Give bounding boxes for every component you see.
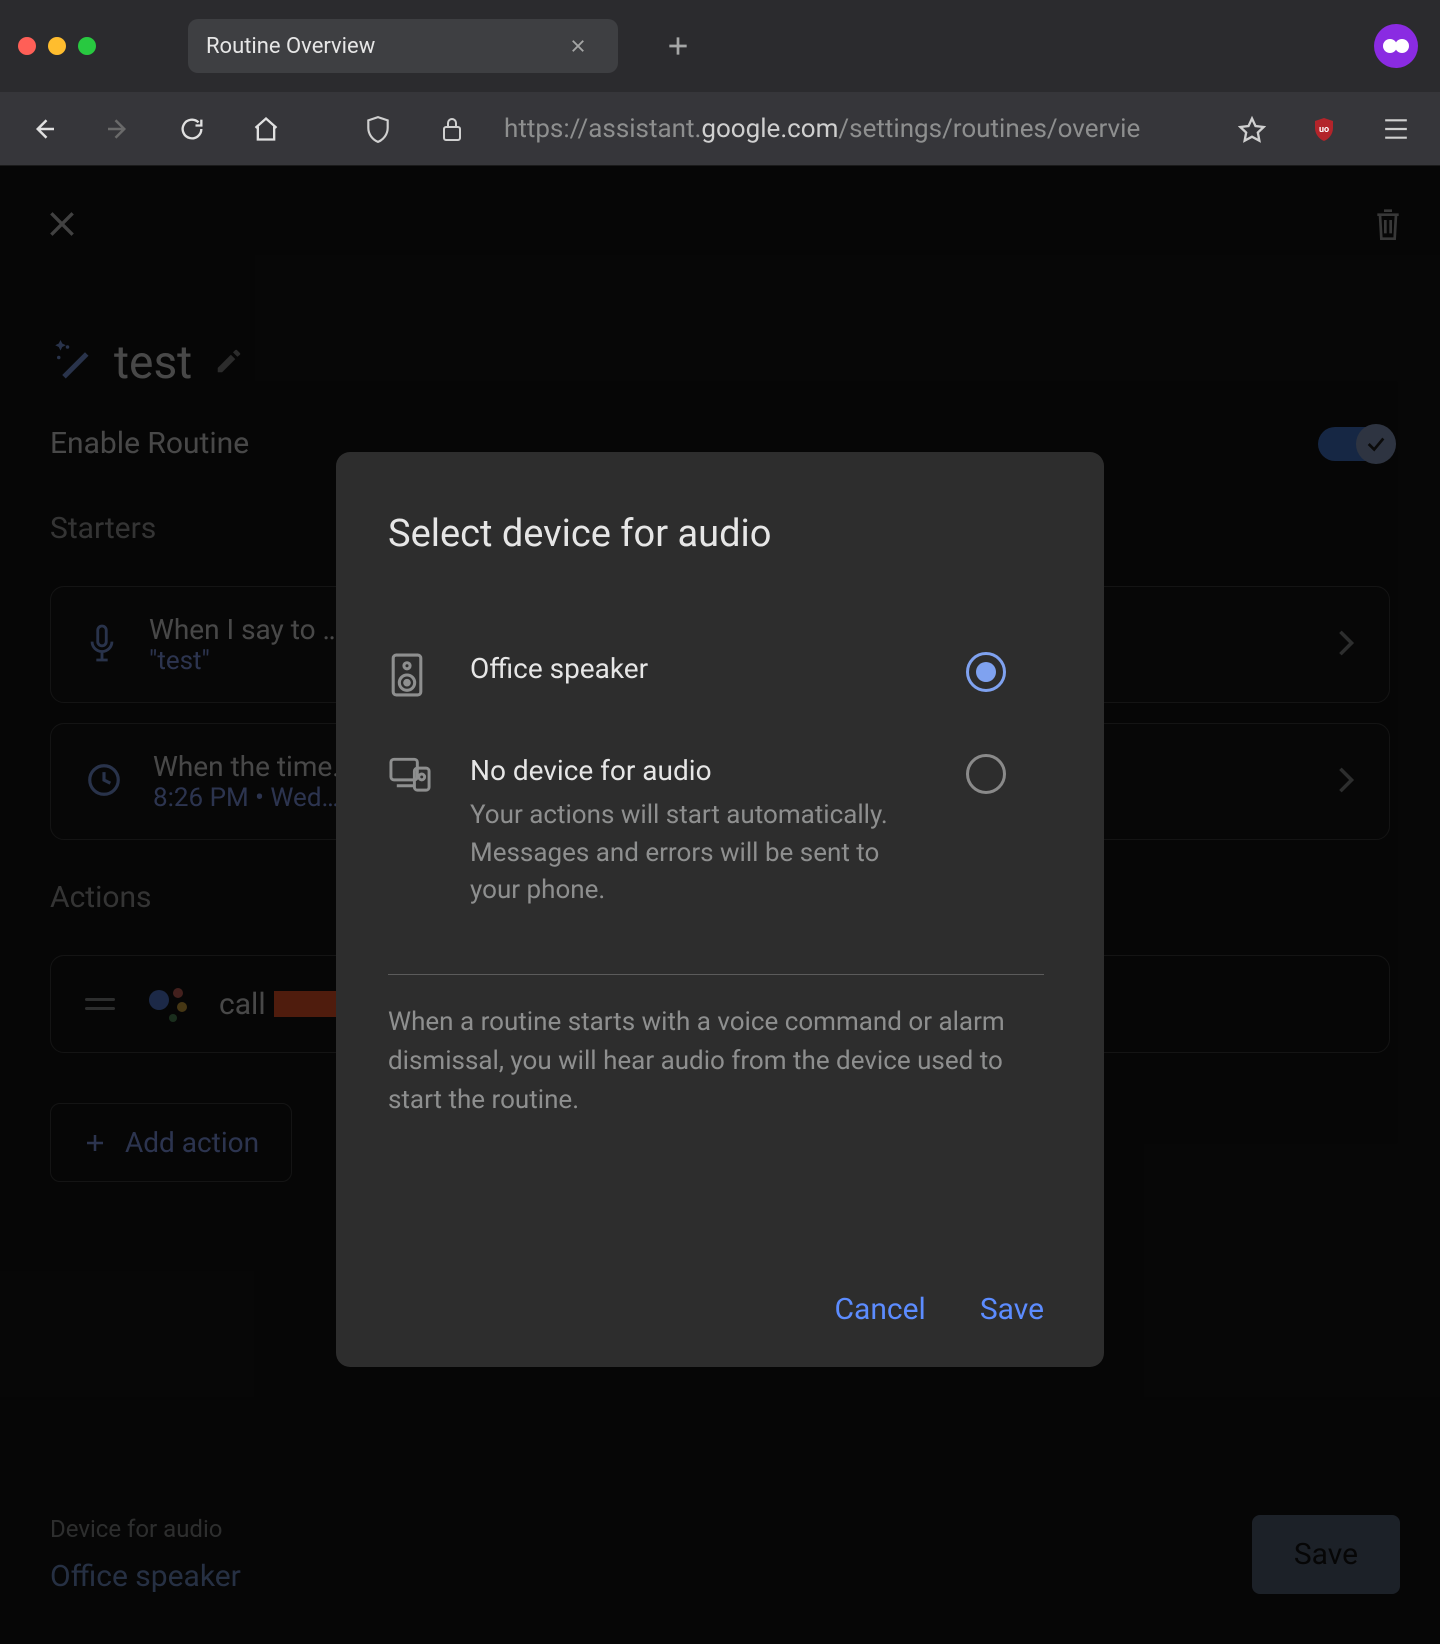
reload-button[interactable] <box>170 107 214 151</box>
svg-text:uo: uo <box>1319 125 1329 135</box>
audio-option-label: No device for audio <box>470 754 930 787</box>
audio-option-label: Office speaker <box>470 652 930 685</box>
modal-cancel-button[interactable]: Cancel <box>835 1292 926 1327</box>
radio-selected[interactable] <box>966 652 1006 692</box>
radio-unselected[interactable] <box>966 754 1006 794</box>
new-tab-button[interactable] <box>656 24 700 68</box>
home-button[interactable] <box>244 107 288 151</box>
lock-icon[interactable] <box>430 107 474 151</box>
menu-button[interactable] <box>1374 107 1418 151</box>
audio-option-no-device[interactable]: No device for audio Your actions will st… <box>388 738 1044 950</box>
back-button[interactable] <box>22 107 66 151</box>
window-minimize[interactable] <box>48 37 66 55</box>
audio-option-desc: Your actions will start automatically. M… <box>470 797 930 910</box>
browser-toolbar: https://assistant.google.com/settings/ro… <box>0 92 1440 166</box>
tab-close-icon[interactable] <box>556 24 600 68</box>
ublock-icon[interactable]: uo <box>1302 107 1346 151</box>
modal-save-button[interactable]: Save <box>980 1292 1044 1327</box>
url-bar[interactable]: https://assistant.google.com/settings/ro… <box>504 114 1200 144</box>
modal-title: Select device for audio <box>388 512 1044 556</box>
no-device-icon <box>388 754 434 800</box>
modal-note: When a routine starts with a voice comma… <box>388 1003 1044 1120</box>
divider <box>388 974 1044 975</box>
shield-icon[interactable] <box>356 107 400 151</box>
audio-option-office-speaker[interactable]: Office speaker <box>388 636 1044 738</box>
window-controls <box>18 37 96 55</box>
window-titlebar: Routine Overview <box>0 0 1440 92</box>
extension-badge[interactable] <box>1374 24 1418 68</box>
window-maximize[interactable] <box>78 37 96 55</box>
forward-button[interactable] <box>96 107 140 151</box>
window-close[interactable] <box>18 37 36 55</box>
browser-tab[interactable]: Routine Overview <box>188 19 618 73</box>
url-text: https://assistant.google.com/settings/ro… <box>504 114 1140 144</box>
select-audio-modal: Select device for audio Office speaker N… <box>336 452 1104 1367</box>
speaker-icon <box>388 652 434 698</box>
tab-title: Routine Overview <box>206 34 530 59</box>
bookmark-icon[interactable] <box>1230 107 1274 151</box>
